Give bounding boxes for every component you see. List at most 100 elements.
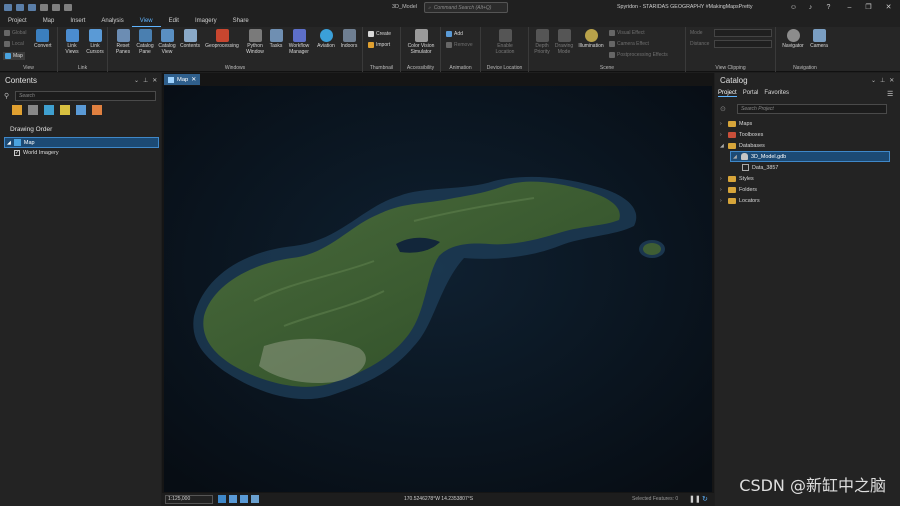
catalog-item-locators[interactable]: › Locators: [720, 196, 760, 205]
list-by-drawing-order-icon[interactable]: [12, 105, 22, 115]
pin-icon[interactable]: ⊥: [880, 77, 885, 84]
expand-arrow-icon[interactable]: ›: [720, 121, 725, 127]
tab-project[interactable]: Project: [0, 15, 35, 27]
pane-menu-icon[interactable]: ⌄: [134, 77, 139, 84]
catalog-view-button[interactable]: Catalog View: [157, 29, 177, 55]
illumination-button[interactable]: Illumination: [576, 29, 606, 50]
distance-input[interactable]: [714, 40, 772, 48]
hamburger-menu-icon[interactable]: ☰: [887, 90, 893, 98]
map-canvas[interactable]: [164, 86, 712, 492]
customize-icon[interactable]: [64, 4, 72, 11]
collapse-arrow-icon[interactable]: ◢: [733, 154, 738, 160]
collapse-arrow-icon[interactable]: ◢: [720, 143, 725, 149]
catalog-tab-portal[interactable]: Portal: [743, 90, 759, 97]
notifications-icon[interactable]: ♪: [806, 3, 815, 12]
contents-button[interactable]: Contents: [179, 29, 201, 50]
tasks-button[interactable]: Tasks: [269, 29, 283, 50]
expand-arrow-icon[interactable]: ◢: [7, 140, 11, 146]
pin-icon[interactable]: ⊥: [143, 77, 148, 84]
camera-effect-button[interactable]: Camera Effect: [609, 41, 649, 47]
refresh-icon[interactable]: ↻: [702, 495, 708, 503]
contents-search-input[interactable]: Search: [15, 91, 156, 101]
global-button[interactable]: Global: [4, 30, 26, 36]
pause-icon[interactable]: ❚❚: [689, 495, 701, 503]
save-icon[interactable]: [28, 4, 36, 11]
feedback-icon[interactable]: ☺: [789, 3, 798, 12]
catalog-tab-project[interactable]: Project: [718, 90, 737, 97]
reset-panes-button[interactable]: Reset Panes: [113, 29, 133, 55]
aviation-button[interactable]: Aviation: [315, 29, 337, 50]
filter-icon[interactable]: ⚲: [4, 92, 9, 100]
expand-arrow-icon[interactable]: ›: [720, 132, 725, 138]
navigator-button[interactable]: Navigator: [780, 29, 806, 50]
undo-icon[interactable]: [40, 4, 48, 11]
close-tab-icon[interactable]: ✕: [191, 77, 196, 83]
close-pane-icon[interactable]: ✕: [152, 77, 157, 84]
create-thumbnail-button[interactable]: Create: [368, 31, 391, 37]
expand-arrow-icon[interactable]: ›: [720, 176, 725, 182]
map-view-tab[interactable]: Map ✕: [164, 74, 201, 85]
tab-insert[interactable]: Insert: [62, 15, 93, 27]
drawing-mode-button[interactable]: Drawing Mode: [553, 29, 575, 55]
rotation-icon[interactable]: [251, 495, 259, 503]
expand-arrow-icon[interactable]: ›: [720, 198, 725, 204]
local-button[interactable]: Local: [4, 41, 24, 47]
pane-menu-icon[interactable]: ⌄: [871, 77, 876, 84]
depth-priority-button[interactable]: Depth Priority: [532, 29, 552, 55]
tab-edit[interactable]: Edit: [161, 15, 187, 27]
add-animation-button[interactable]: Add: [446, 31, 463, 37]
list-by-snapping-icon[interactable]: [76, 105, 86, 115]
catalog-item-gdb[interactable]: ◢ 3D_Model.gdb: [730, 151, 890, 162]
user-signin-label[interactable]: Spyridon - STARIDAS GEOGRAPHY #MakingMap…: [617, 4, 753, 10]
map-tree-item[interactable]: ◢ Map: [4, 137, 159, 148]
postprocessing-button[interactable]: Postprocessing Effects: [609, 52, 668, 58]
python-window-button[interactable]: Python Window: [244, 29, 266, 55]
catalog-pane-button[interactable]: Catalog Pane: [135, 29, 155, 55]
help-icon[interactable]: ?: [824, 3, 833, 12]
indoors-button[interactable]: Indoors: [338, 29, 360, 50]
list-by-selection-icon[interactable]: [44, 105, 54, 115]
catalog-item-styles[interactable]: › Styles: [720, 174, 754, 183]
catalog-item-databases[interactable]: ◢ Databases: [720, 141, 765, 150]
expand-arrow-icon[interactable]: ›: [720, 187, 725, 193]
enable-location-button[interactable]: Enable Location: [489, 29, 521, 55]
back-icon[interactable]: ⊙: [720, 105, 726, 113]
list-by-source-icon[interactable]: [28, 105, 38, 115]
fixed-zoom-icon[interactable]: [218, 495, 226, 503]
layer-tree-item[interactable]: ✓ World Imagery: [14, 150, 59, 156]
link-views-button[interactable]: Link Views: [63, 29, 81, 55]
camera-button[interactable]: Camera: [808, 29, 830, 50]
restore-icon[interactable]: ❐: [864, 3, 873, 12]
selected-features-count[interactable]: Selected Features: 0: [632, 496, 678, 502]
geoprocessing-button[interactable]: Geoprocessing: [204, 29, 240, 50]
visual-effect-button[interactable]: Visual Effect: [609, 30, 645, 36]
catalog-item-raster[interactable]: Data_3857: [742, 163, 778, 172]
tab-imagery[interactable]: Imagery: [187, 15, 225, 27]
catalog-tab-favorites[interactable]: Favorites: [764, 90, 789, 97]
layer-visibility-checkbox[interactable]: ✓: [14, 150, 20, 156]
catalog-item-toolboxes[interactable]: › Toolboxes: [720, 130, 763, 139]
open-project-icon[interactable]: [16, 4, 24, 11]
tab-analysis[interactable]: Analysis: [93, 15, 131, 27]
tab-view[interactable]: View: [131, 15, 161, 27]
redo-icon[interactable]: [52, 4, 60, 11]
close-pane-icon[interactable]: ✕: [889, 77, 894, 84]
list-by-labeling-icon[interactable]: [92, 105, 102, 115]
import-thumbnail-button[interactable]: Import: [368, 42, 390, 48]
link-cursors-button[interactable]: Link Cursors: [85, 29, 105, 55]
tab-share[interactable]: Share: [225, 15, 257, 27]
tab-map[interactable]: Map: [35, 15, 63, 27]
convert-button[interactable]: Convert: [34, 29, 52, 50]
snapping-icon[interactable]: [240, 495, 248, 503]
command-search-input[interactable]: ⌕ Command Search (Alt+Q): [424, 2, 508, 13]
scale-selector[interactable]: 1:125,000: [165, 495, 213, 504]
workflow-manager-button[interactable]: Workflow Manager: [285, 29, 313, 55]
catalog-item-maps[interactable]: › Maps: [720, 119, 752, 128]
list-by-editing-icon[interactable]: [60, 105, 70, 115]
catalog-item-folders[interactable]: › Folders: [720, 185, 757, 194]
mode-dropdown[interactable]: [714, 29, 772, 37]
minimize-icon[interactable]: –: [845, 3, 854, 12]
map-button[interactable]: Map: [3, 52, 25, 60]
catalog-search-input[interactable]: Search Project: [737, 104, 887, 114]
close-icon[interactable]: ✕: [884, 3, 893, 12]
